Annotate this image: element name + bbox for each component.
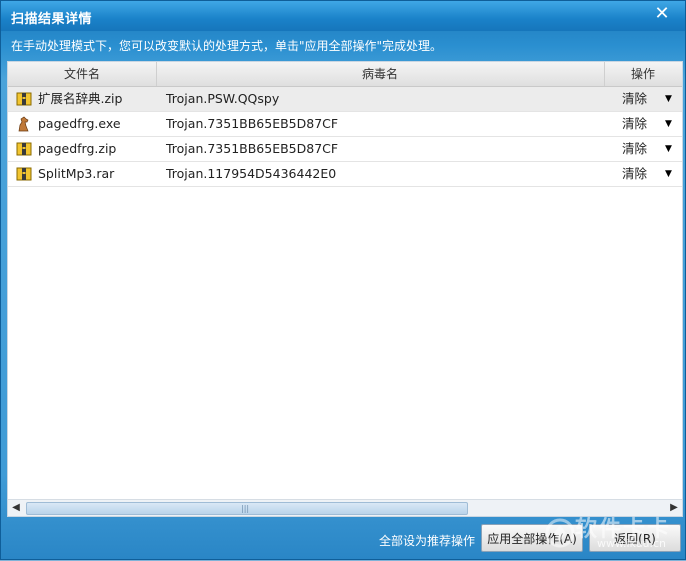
close-button[interactable]: ✕ <box>653 5 671 23</box>
table-row[interactable]: pagedfrg.zip Trojan.7351BB65EB5D87CF 清除 … <box>8 137 682 162</box>
column-header-action[interactable]: 操作 <box>604 62 682 86</box>
archive-icon <box>16 142 32 156</box>
file-name: pagedfrg.exe <box>38 116 121 131</box>
archive-icon <box>16 167 32 181</box>
table-row[interactable]: SplitMp3.rar Trojan.117954D5436442E0 清除 … <box>8 162 682 187</box>
virus-name: Trojan.7351BB65EB5D87CF <box>166 116 339 131</box>
scan-result-dialog: 扫描结果详情 ✕ 在手动处理模式下，您可以改变默认的处理方式，单击"应用全部操作… <box>0 0 686 560</box>
scrollbar-thumb[interactable]: ||| <box>26 502 468 515</box>
action-value[interactable]: 清除 <box>622 137 647 161</box>
chevron-down-icon[interactable]: ▼ <box>665 112 672 136</box>
file-name: pagedfrg.zip <box>38 141 117 156</box>
horizontal-scrollbar[interactable]: ◀ ||| ▶ <box>8 499 682 516</box>
scroll-right-button[interactable]: ▶ <box>666 500 682 516</box>
archive-icon <box>16 92 32 106</box>
chevron-down-icon[interactable]: ▼ <box>665 162 672 186</box>
file-name: SplitMp3.rar <box>38 166 115 181</box>
instruction-text: 在手动处理模式下，您可以改变默认的处理方式，单击"应用全部操作"完成处理。 <box>11 39 443 53</box>
results-table: 文件名 病毒名 操作 扩展名辞典.zip Trojan.PSW.QQspy 清除… <box>7 61 683 517</box>
scroll-left-button[interactable]: ◀ <box>8 500 24 516</box>
action-value[interactable]: 清除 <box>622 112 647 136</box>
grip-icon: ||| <box>241 504 250 513</box>
table-row[interactable]: pagedfrg.exe Trojan.7351BB65EB5D87CF 清除 … <box>8 112 682 137</box>
file-name: 扩展名辞典.zip <box>38 91 123 106</box>
recommended-action-link[interactable]: 全部设为推荐操作 <box>379 532 475 549</box>
apply-all-button[interactable]: 应用全部操作(A) <box>481 524 583 552</box>
virus-name: Trojan.117954D5436442E0 <box>166 166 337 181</box>
action-value[interactable]: 清除 <box>622 162 647 186</box>
exe-horse-icon <box>18 116 29 132</box>
chevron-down-icon[interactable]: ▼ <box>665 137 672 161</box>
title-bar: 扫描结果详情 ✕ <box>1 1 685 31</box>
column-header-virus[interactable]: 病毒名 <box>156 62 605 86</box>
virus-name: Trojan.7351BB65EB5D87CF <box>166 141 339 156</box>
dialog-title: 扫描结果详情 <box>11 12 93 27</box>
table-header: 文件名 病毒名 操作 <box>8 62 682 87</box>
column-header-filename[interactable]: 文件名 <box>8 62 157 86</box>
virus-name: Trojan.PSW.QQspy <box>166 91 280 106</box>
chevron-down-icon[interactable]: ▼ <box>665 87 672 111</box>
action-value[interactable]: 清除 <box>622 87 647 111</box>
table-body: 扩展名辞典.zip Trojan.PSW.QQspy 清除 ▼ pagedfrg… <box>8 87 682 187</box>
back-button[interactable]: 返回(R) <box>589 524 681 552</box>
table-row[interactable]: 扩展名辞典.zip Trojan.PSW.QQspy 清除 ▼ <box>8 87 682 112</box>
